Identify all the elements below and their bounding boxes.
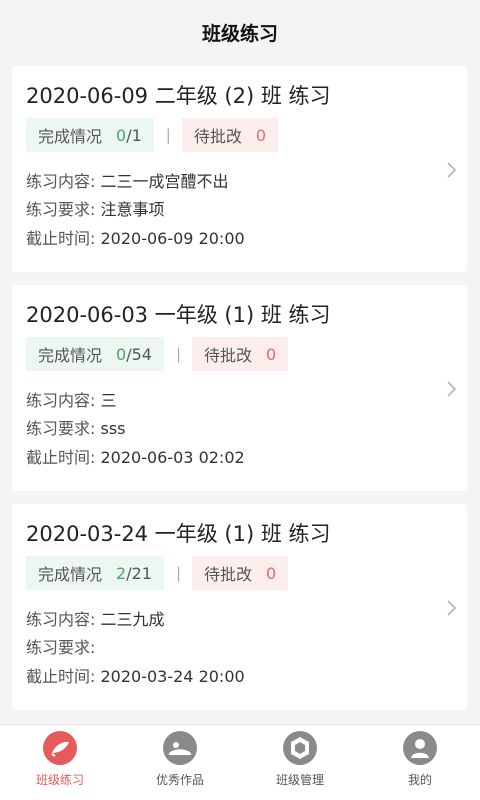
completion-badge: 完成情况 0/54 <box>26 337 164 371</box>
pending-label: 待批改 <box>193 127 242 146</box>
deadline-row: 截止时间: 2020-03-24 20:00 <box>26 663 245 687</box>
requirement-row: 练习要求: <box>26 634 95 658</box>
deadline-key: 截止时间: <box>26 229 96 248</box>
practice-title: 2020-06-03 一年级 (1) 班 练习 <box>26 303 331 327</box>
practice-card[interactable]: 2020-06-03 一年级 (1) 班 练习 完成情况 0/54 | 待批改 … <box>12 285 467 491</box>
practice-title: 2020-06-09 二年级 (2) 班 练习 <box>26 84 331 108</box>
tag-divider: | <box>165 126 171 144</box>
tab-label: 班级练习 <box>35 773 84 787</box>
practice-card[interactable]: 2020-06-09 二年级 (2) 班 练习 完成情况 0/1 | 待批改 0… <box>12 66 467 272</box>
tag-divider: | <box>175 564 182 582</box>
pending-count: 0 <box>266 563 277 583</box>
pending-badge: 待批改 0 <box>192 337 289 371</box>
tab-label: 优秀作品 <box>155 773 204 787</box>
pending-badge: 待批改 0 <box>192 556 289 590</box>
pending-label: 待批改 <box>204 346 253 365</box>
status-tags: 完成情况 0/54 | 待批改 0 <box>26 337 289 371</box>
completion-label: 完成情况 <box>38 127 103 146</box>
completion-label: 完成情况 <box>38 346 103 365</box>
deadline-value: 2020-06-03 02:02 <box>100 448 245 467</box>
content-row: 练习内容: 二三一成宫醴不出 <box>26 168 229 192</box>
requirement-row: 练习要求: 注意事项 <box>26 196 165 220</box>
content-key: 练习内容: <box>26 610 96 629</box>
deadline-value: 2020-06-09 20:00 <box>100 229 245 248</box>
content-value: 二三一成宫醴不出 <box>100 172 229 191</box>
requirement-key: 练习要求: <box>26 638 96 657</box>
completion-label: 完成情况 <box>38 565 103 584</box>
deadline-key: 截止时间: <box>26 448 96 467</box>
class-practice-icon <box>43 731 77 765</box>
deadline-row: 截止时间: 2020-06-03 02:02 <box>26 444 245 468</box>
content-value: 二三九成 <box>100 610 165 629</box>
profile-icon <box>403 731 437 765</box>
requirement-value: sss <box>100 419 126 438</box>
completion-total: /54 <box>126 344 152 364</box>
pending-label: 待批改 <box>204 565 253 584</box>
header: 班级练习 <box>0 0 480 64</box>
tag-divider: | <box>175 345 182 363</box>
page-title: 班级练习 <box>201 22 278 45</box>
practice-title: 2020-03-24 一年级 (1) 班 练习 <box>26 522 331 546</box>
completion-count: 0 <box>116 344 127 364</box>
completion-count: 0 <box>116 125 127 145</box>
deadline-key: 截止时间: <box>26 667 96 686</box>
chevron-right-icon[interactable] <box>445 160 459 180</box>
chevron-right-icon[interactable] <box>445 379 459 399</box>
requirement-row: 练习要求: sss <box>26 415 126 439</box>
tab-label: 班级管理 <box>275 773 324 787</box>
class-management-icon <box>283 731 317 765</box>
tab-profile[interactable]: 我的 <box>360 725 480 800</box>
status-tags: 完成情况 2/21 | 待批改 0 <box>26 556 289 590</box>
chevron-right-icon[interactable] <box>445 598 459 618</box>
requirement-key: 练习要求: <box>26 419 96 438</box>
pending-count: 0 <box>255 125 267 145</box>
tab-class-practice[interactable]: 班级练习 <box>0 725 120 800</box>
bottom-tab-bar: 班级练习 优秀作品 班级管理 我的 <box>0 724 480 800</box>
pending-count: 0 <box>266 344 277 364</box>
completion-total: /1 <box>126 125 142 145</box>
tab-label: 我的 <box>407 773 432 787</box>
completion-badge: 完成情况 2/21 <box>26 556 164 590</box>
content-key: 练习内容: <box>26 172 96 191</box>
tab-class-management[interactable]: 班级管理 <box>240 725 360 800</box>
requirement-key: 练习要求: <box>26 200 96 219</box>
completion-count: 2 <box>116 563 127 583</box>
content-key: 练习内容: <box>26 391 96 410</box>
excellent-works-icon <box>163 731 197 765</box>
practice-card[interactable]: 2020-03-24 一年级 (1) 班 练习 完成情况 2/21 | 待批改 … <box>12 504 467 710</box>
content-value: 三 <box>100 391 117 410</box>
content-row: 练习内容: 三 <box>26 387 117 411</box>
pending-badge: 待批改 0 <box>181 118 279 152</box>
deadline-value: 2020-03-24 20:00 <box>100 667 245 686</box>
completion-badge: 完成情况 0/1 <box>26 118 154 152</box>
tab-excellent-works[interactable]: 优秀作品 <box>120 725 240 800</box>
completion-total: /21 <box>126 563 152 583</box>
deadline-row: 截止时间: 2020-06-09 20:00 <box>26 225 245 249</box>
status-tags: 完成情况 0/1 | 待批改 0 <box>26 118 279 152</box>
content-row: 练习内容: 二三九成 <box>26 606 165 630</box>
requirement-value: 注意事项 <box>100 200 165 219</box>
